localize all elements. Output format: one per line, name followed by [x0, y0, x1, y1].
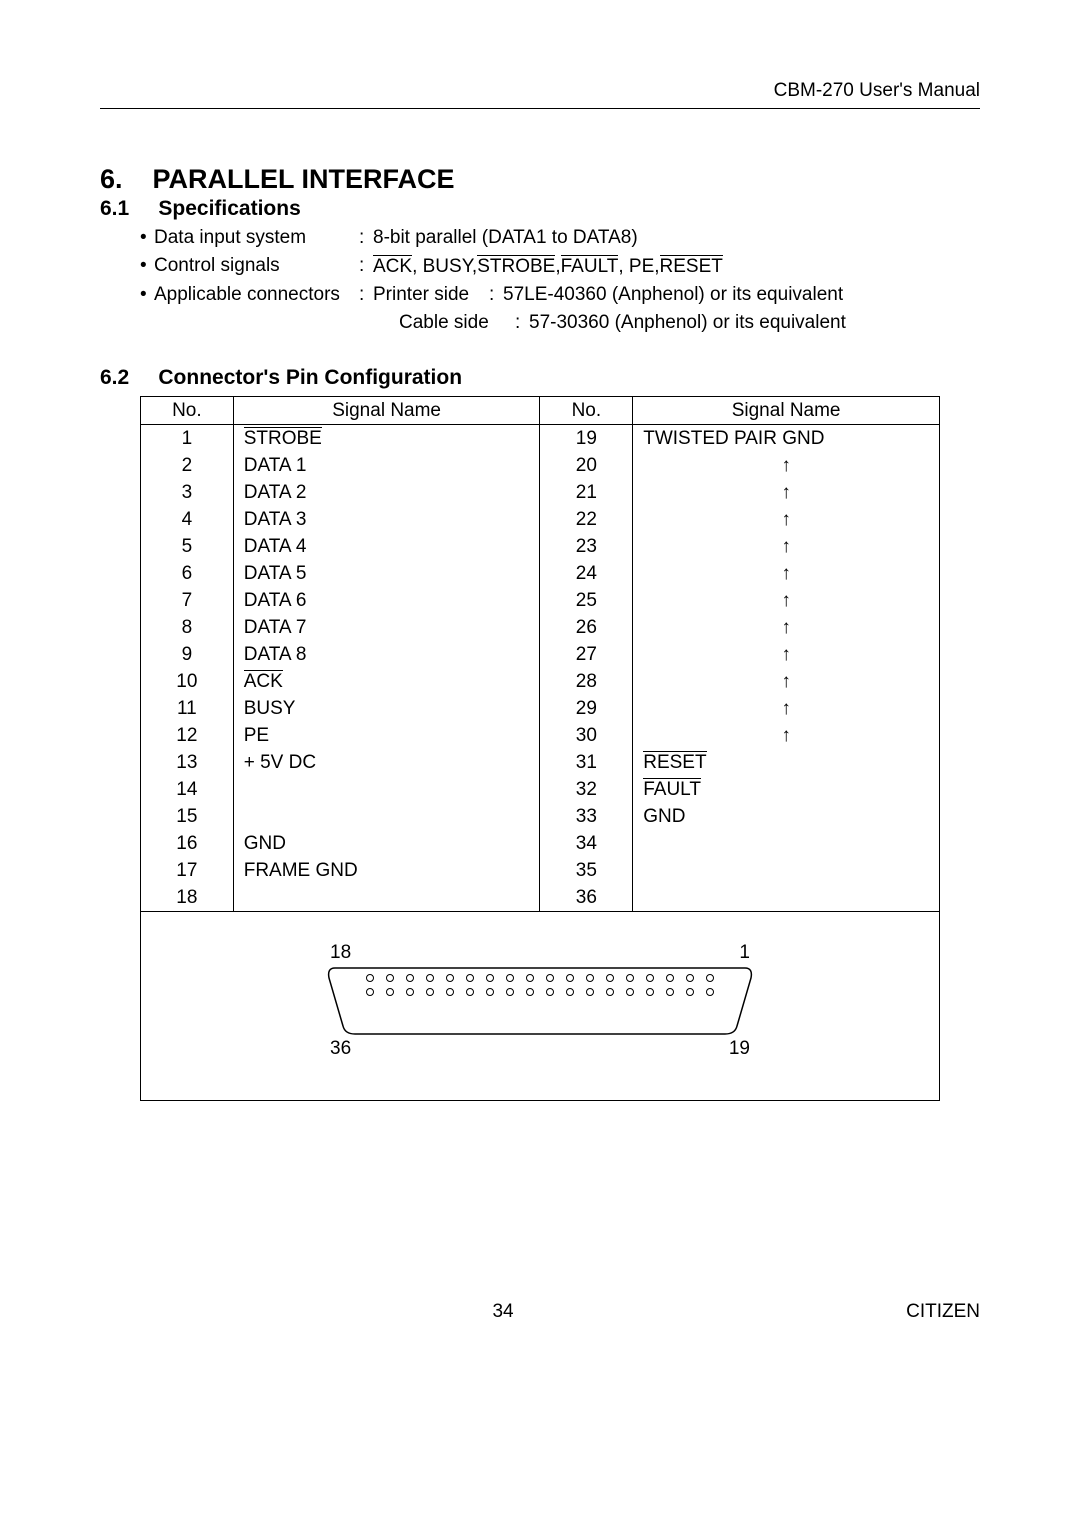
diag-label-36: 36	[330, 1038, 351, 1060]
th-no-2: No.	[540, 397, 633, 425]
spec-list: • Data input system : 8-bit parallel (DA…	[140, 227, 980, 334]
brand-name: CITIZEN	[906, 1301, 980, 1323]
table-row: 1432FAULT	[141, 776, 940, 803]
table-row: 7DATA 625↑	[141, 587, 940, 614]
subsection-6-1: 6.1 Specifications	[100, 197, 980, 221]
diag-label-18: 18	[330, 942, 351, 964]
spec-connectors-cable: Cable side : 57-30360 (Anphenol) or its …	[399, 312, 980, 334]
table-row: 3DATA 221↑	[141, 479, 940, 506]
table-row: 6DATA 524↑	[141, 560, 940, 587]
table-row: 10ACK28↑	[141, 668, 940, 695]
page-number: 34	[100, 1301, 906, 1323]
spec-connectors: • Applicable connectors : Printer side :…	[140, 284, 980, 306]
diag-label-1: 1	[739, 942, 750, 964]
connector-shape	[325, 966, 755, 1036]
table-row: 8DATA 726↑	[141, 614, 940, 641]
table-row: 12PE30↑	[141, 722, 940, 749]
th-sig-2: Signal Name	[633, 397, 940, 425]
table-row: 2DATA 120↑	[141, 452, 940, 479]
table-row: 1533GND	[141, 803, 940, 830]
spec-data-input: • Data input system : 8-bit parallel (DA…	[140, 227, 980, 249]
page-footer: 34 CITIZEN	[100, 1301, 980, 1323]
pin-table: No. Signal Name No. Signal Name 1STROBE1…	[140, 396, 940, 912]
table-row: 16GND34	[141, 830, 940, 857]
section-title: 6. PARALLEL INTERFACE	[100, 164, 980, 195]
subsection-6-2: 6.2 Connector's Pin Configuration	[100, 366, 980, 390]
table-row: 13+ 5V DC31RESET	[141, 749, 940, 776]
table-row: 5DATA 423↑	[141, 533, 940, 560]
table-row: 9DATA 827↑	[141, 641, 940, 668]
diag-label-19: 19	[729, 1038, 750, 1060]
table-row: 1836	[141, 884, 940, 912]
table-row: 17FRAME GND35	[141, 857, 940, 884]
table-row: 4DATA 322↑	[141, 506, 940, 533]
th-sig-1: Signal Name	[233, 397, 540, 425]
th-no-1: No.	[141, 397, 234, 425]
table-row: 1STROBE19TWISTED PAIR GND	[141, 425, 940, 453]
table-row: 11BUSY29↑	[141, 695, 940, 722]
spec-control-signals: • Control signals : ACK , BUSY, STROBE ,…	[140, 255, 980, 278]
manual-title: CBM-270 User's Manual	[774, 80, 980, 101]
connector-diagram: 18 1 36 19	[140, 912, 940, 1101]
document-header: CBM-270 User's Manual	[100, 80, 980, 109]
